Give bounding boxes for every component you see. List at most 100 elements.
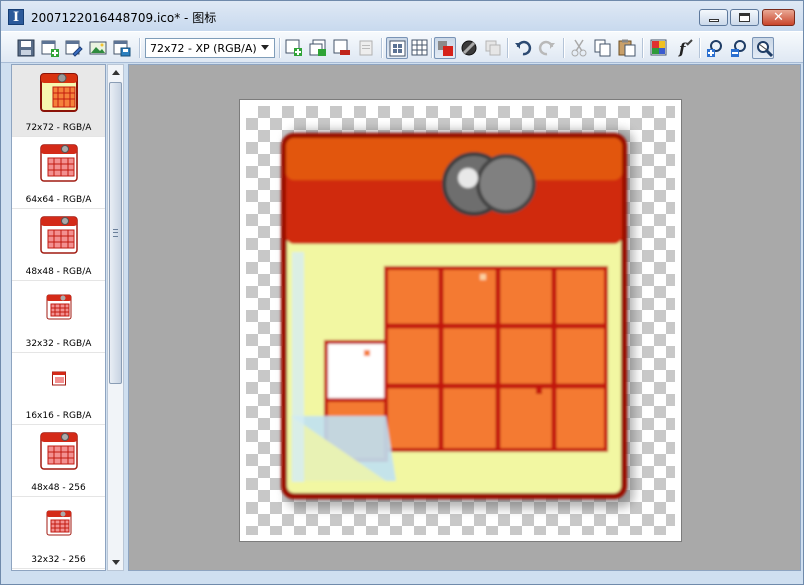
calendar-icon: [46, 294, 72, 320]
scroll-up-icon[interactable]: [112, 70, 120, 75]
toolbar-separator: [431, 38, 433, 58]
calendar-icon: [40, 216, 78, 254]
format-label: 32x32 - 256: [31, 555, 86, 565]
undo-icon: [515, 40, 532, 56]
color-view-icon: [438, 41, 453, 56]
view-large-button[interactable]: [386, 37, 408, 59]
calendar-image: [281, 130, 634, 508]
new-image-icon: [41, 40, 59, 57]
toolbar-separator: [507, 38, 509, 58]
format-item-16x16-rgba[interactable]: 16x16 - RGB/A: [12, 353, 105, 425]
view-grid-button[interactable]: [409, 37, 431, 59]
format-item-48x48-rgba[interactable]: 48x48 - RGB/A: [12, 209, 105, 281]
calendar-icon: [46, 510, 72, 536]
format-item-32x32-256[interactable]: 32x32 - 256: [12, 497, 105, 569]
maximize-icon: [739, 13, 750, 22]
format-properties-button[interactable]: [355, 37, 377, 59]
toolbar: 72x72 - XP (RGB/A) f: [1, 31, 803, 63]
edit-format-icon: [65, 40, 83, 57]
maximize-button[interactable]: [730, 9, 759, 26]
format-combo-value: 72x72 - XP (RGB/A): [150, 42, 257, 55]
toolbar-separator: [699, 38, 701, 58]
status-strip: [1, 573, 803, 584]
app-icon[interactable]: I: [8, 9, 24, 25]
format-label: 72x72 - RGB/A: [25, 123, 92, 133]
chevron-down-icon: [261, 45, 269, 50]
paste-icon: [618, 39, 636, 57]
format-label: 64x64 - RGB/A: [25, 195, 92, 205]
paste-button[interactable]: [616, 37, 638, 59]
app-window: I 2007122016448709.ico* - 图标 ✕ 72x72 - X…: [0, 0, 804, 585]
calendar-icon: [40, 432, 78, 470]
scrollbar-thumb[interactable]: [109, 82, 122, 384]
toolbar-separator: [381, 38, 383, 58]
format-item-48x48-256[interactable]: 48x48 - 256: [12, 425, 105, 497]
import-image-button[interactable]: [87, 37, 109, 59]
undo-button[interactable]: [512, 37, 534, 59]
delete-format-icon: [333, 39, 350, 55]
calendar-icon: [40, 144, 78, 182]
redo-icon: [538, 40, 555, 56]
image-canvas[interactable]: [239, 99, 682, 542]
calendar-icon: [52, 371, 66, 386]
copy-icon: [594, 39, 611, 57]
close-button[interactable]: ✕: [762, 9, 795, 26]
minimize-icon: [709, 19, 719, 22]
scroll-down-icon[interactable]: [112, 560, 120, 565]
format-label: 48x48 - 256: [31, 483, 86, 493]
zoom-fit-button[interactable]: [752, 37, 774, 59]
view-layers-button[interactable]: [482, 37, 504, 59]
add-format-button[interactable]: [283, 37, 305, 59]
format-item-72x72-rgba[interactable]: 72x72 - RGB/A: [12, 65, 105, 137]
window-title: 2007122016448709.ico* - 图标: [31, 11, 217, 25]
palette-button[interactable]: [648, 37, 670, 59]
mask-icon: [461, 40, 477, 56]
zoom-out-icon: [731, 40, 746, 57]
grid-icon: [411, 39, 428, 56]
palette-icon: [650, 39, 667, 56]
format-label: 32x32 - RGB/A: [25, 339, 92, 349]
cut-icon: [571, 39, 587, 57]
export-image-icon: [113, 40, 131, 57]
zoom-in-button[interactable]: [704, 37, 726, 59]
format-combo[interactable]: 72x72 - XP (RGB/A): [145, 38, 275, 58]
view-mask-button[interactable]: [458, 37, 480, 59]
format-item-64x64-rgba[interactable]: 64x64 - RGB/A: [12, 137, 105, 209]
toolbar-separator: [563, 38, 565, 58]
format-list[interactable]: 72x72 - RGB/A 64x64 - RGB/A 48x48 - RGB/…: [11, 64, 106, 571]
svg-text:f: f: [678, 40, 688, 57]
grip-icon: [113, 229, 118, 237]
effects-icon: f: [678, 39, 693, 57]
effects-button[interactable]: f: [674, 37, 696, 59]
copy-button[interactable]: [592, 37, 614, 59]
edit-format-button[interactable]: [63, 37, 85, 59]
cut-button[interactable]: [568, 37, 590, 59]
copy-format-icon: [309, 39, 326, 56]
view-color-button[interactable]: [434, 37, 456, 59]
save-icon: [17, 39, 35, 57]
redo-button[interactable]: [536, 37, 558, 59]
new-image-button[interactable]: [39, 37, 61, 59]
format-label: 16x16 - RGB/A: [25, 411, 92, 421]
minimize-button[interactable]: [699, 9, 728, 26]
format-list-scrollbar[interactable]: [107, 64, 124, 571]
format-item-32x32-rgba[interactable]: 32x32 - RGB/A: [12, 281, 105, 353]
format-properties-icon: [359, 40, 373, 56]
calendar-icon: [40, 73, 78, 112]
format-label: 48x48 - RGB/A: [25, 267, 92, 277]
import-image-icon: [89, 41, 107, 55]
toolbar-separator: [279, 38, 281, 58]
toolbar-separator: [642, 38, 644, 58]
delete-format-button[interactable]: [331, 37, 353, 59]
layers-icon: [485, 40, 501, 56]
view-large-icon: [389, 40, 406, 57]
zoom-out-button[interactable]: [728, 37, 750, 59]
add-format-icon: [285, 39, 302, 56]
copy-format-button[interactable]: [307, 37, 329, 59]
zoom-fit-icon: [757, 41, 773, 58]
title-bar[interactable]: I 2007122016448709.ico* - 图标 ✕: [1, 1, 803, 31]
toolbar-separator: [139, 38, 141, 58]
export-image-button[interactable]: [111, 37, 133, 59]
zoom-in-icon: [707, 40, 722, 57]
save-button[interactable]: [15, 37, 37, 59]
